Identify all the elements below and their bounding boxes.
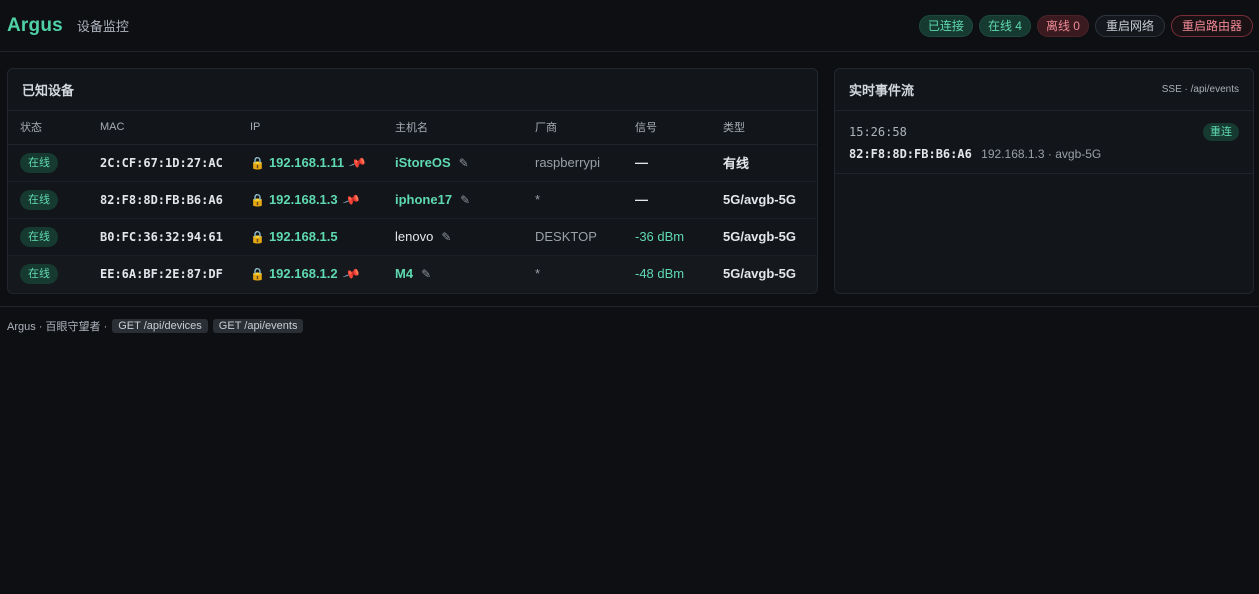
ip-address: 192.168.1.5 — [268, 229, 338, 244]
vendor-name: DESKTOP — [535, 229, 597, 244]
signal-value: -36 dBm — [635, 229, 685, 244]
connection-type: 5G/avgb-5G — [723, 192, 796, 207]
table-row: 在线 82:F8:8D:FB:B6:A6 🔒 192.168.1.3 📌 iphon… — [8, 181, 817, 219]
footer: Argus · 百眼守望者 · GET /api/devices GET /ap… — [0, 306, 1259, 345]
offline-count-badge: 离线 0 — [1036, 14, 1089, 37]
table-row: 在线 2C:CF:67:1D:27:AC 🔒 192.168.1.11 📌 iSto… — [8, 144, 817, 182]
event-detail: 192.168.1.3 · avgb-5G — [981, 147, 1102, 161]
signal-value: -48 dBm — [635, 266, 685, 282]
table-row: 在线 EE:6A:BF:2E:87:DF 🔒 192.168.1.2 📌 M4 ✎ *… — [8, 255, 817, 292]
brand-logo: Argus — [7, 14, 63, 36]
api-devices-endpoint: GET /api/devices — [112, 319, 208, 333]
online-count-badge: 在线 4 — [978, 14, 1031, 37]
ip-address: 192.168.1.3 — [268, 192, 338, 207]
pin-icon[interactable]: 📌 — [341, 265, 360, 284]
pencil-icon[interactable]: ✎ — [421, 267, 431, 281]
vendor-name: * — [535, 266, 541, 282]
devices-table: 状态 MAC IP 主机名 厂商 信号 类型 在线 2C:CF:67:1D:27… — [8, 111, 817, 292]
status-badge: 在线 — [20, 189, 58, 210]
pencil-icon[interactable]: ✎ — [441, 230, 451, 244]
signal-value: — — [635, 155, 648, 170]
event-type-badge: 重连 — [1203, 123, 1239, 141]
column-header-mac: MAC — [88, 111, 238, 145]
event-mac: 82:F8:8D:FB:B6:A6 — [849, 147, 972, 161]
top-bar: Argus 设备监控 已连接 在线 4 离线 0 重启网络 重启路由器 — [0, 0, 1259, 52]
column-header-hostname: 主机名 — [383, 111, 523, 145]
events-panel-title: 实时事件流 — [849, 83, 915, 98]
table-row: 在线 B0:FC:36:32:94:61 🔒 192.168.1.5 lenovo… — [8, 218, 817, 256]
ip-address: 192.168.1.2 — [268, 266, 338, 282]
vendor-name: raspberrypi — [535, 155, 601, 170]
connection-type: 5G/avgb-5G — [723, 266, 796, 282]
devices-panel-title: 已知设备 — [22, 83, 75, 98]
status-badge: 在线 — [20, 152, 58, 173]
hostname-link[interactable]: M4 — [395, 266, 413, 281]
hostname-link[interactable]: iStoreOS — [395, 155, 451, 170]
column-header-type: 类型 — [711, 111, 817, 145]
mac-address: 2C:CF:67:1D:27:AC — [100, 156, 223, 170]
column-header-status: 状态 — [8, 111, 88, 145]
events-panel-header: 实时事件流 SSE · /api/events — [835, 69, 1253, 111]
ip-address: 192.168.1.11 — [268, 155, 345, 170]
hostname-link[interactable]: iphone17 — [395, 192, 452, 207]
connection-type: 5G/avgb-5G — [723, 229, 796, 244]
restart-network-button[interactable]: 重启网络 — [1094, 14, 1165, 37]
footer-text: Argus · 百眼守望者 · — [7, 321, 108, 333]
mac-address: B0:FC:36:32:94:61 — [100, 230, 223, 244]
pencil-icon[interactable]: ✎ — [460, 193, 470, 207]
pin-icon[interactable]: 📌 — [348, 153, 367, 172]
signal-value: — — [635, 192, 648, 207]
mac-address: EE:6A:BF:2E:87:DF — [100, 267, 223, 282]
known-devices-panel: 已知设备 状态 MAC IP 主机名 厂商 信号 类型 在线 2C:CF:67:… — [7, 68, 818, 294]
connection-type: 有线 — [723, 156, 750, 171]
event-stream-panel: 实时事件流 SSE · /api/events 15:26:58 重连 82:F… — [834, 68, 1254, 294]
column-header-signal: 信号 — [623, 111, 711, 145]
column-header-ip: IP — [238, 111, 383, 145]
status-badge: 在线 — [20, 226, 58, 247]
hostname-text[interactable]: lenovo — [395, 229, 433, 244]
event-item: 15:26:58 重连 82:F8:8D:FB:B6:A6 192.168.1.… — [835, 111, 1253, 174]
pin-icon[interactable]: 📌 — [341, 190, 360, 209]
status-badge: 在线 — [20, 263, 58, 284]
mac-address: 82:F8:8D:FB:B6:A6 — [100, 193, 223, 207]
pencil-icon[interactable]: ✎ — [459, 156, 469, 170]
connection-status-badge: 已连接 — [918, 14, 973, 37]
table-header-row: 状态 MAC IP 主机名 厂商 信号 类型 — [8, 111, 817, 145]
restart-router-button[interactable]: 重启路由器 — [1170, 14, 1253, 37]
vendor-name: * — [535, 192, 541, 207]
event-timestamp: 15:26:58 — [849, 125, 907, 139]
lock-icon: 🔒 — [250, 193, 265, 207]
events-source-label: SSE · /api/events — [1161, 84, 1239, 95]
api-events-endpoint: GET /api/events — [212, 319, 304, 333]
lock-icon: 🔒 — [250, 156, 265, 170]
lock-icon: 🔒 — [250, 230, 265, 244]
lock-icon: 🔒 — [250, 267, 265, 282]
column-header-vendor: 厂商 — [523, 111, 623, 145]
devices-panel-header: 已知设备 — [8, 69, 817, 111]
page-subtitle: 设备监控 — [76, 19, 129, 34]
